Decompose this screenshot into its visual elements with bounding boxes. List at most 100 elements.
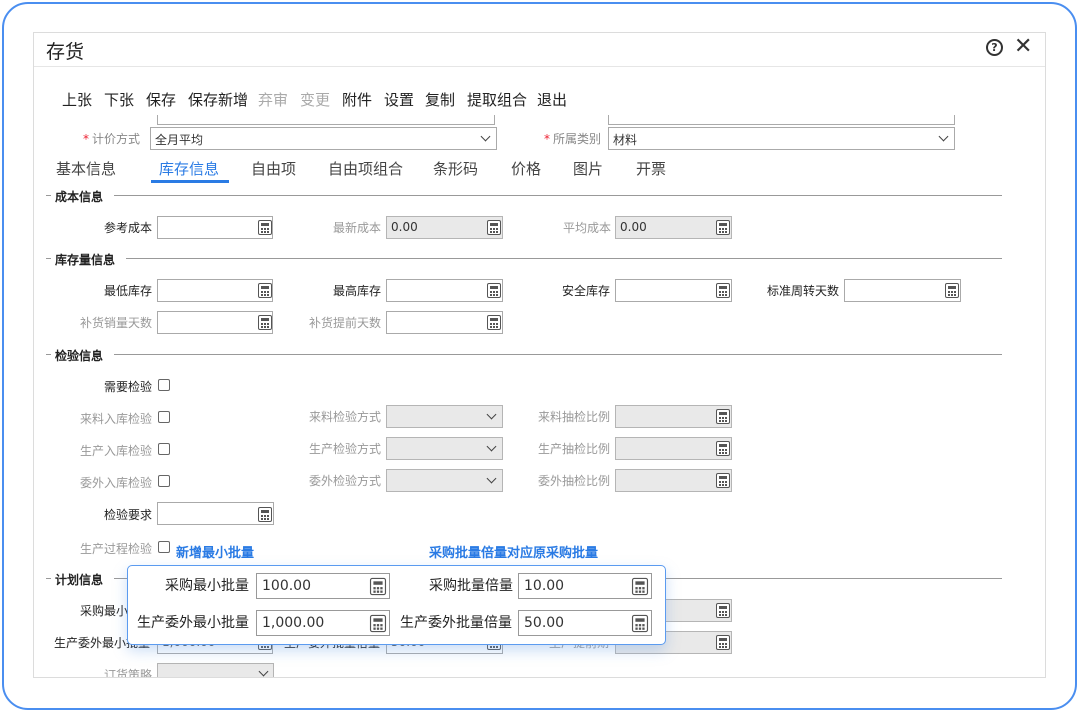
average-cost-label: 平均成本 <box>563 221 612 235</box>
order-strategy-select[interactable] <box>157 663 274 677</box>
pricing-method-value: 全月平均 <box>155 133 204 147</box>
category-value: 材料 <box>613 133 638 147</box>
document-search-icon[interactable] <box>258 507 272 522</box>
production-method-select[interactable] <box>386 437 503 460</box>
production-method-label: 生产检验方式 <box>309 442 382 456</box>
process-inspection-label: 生产过程检验 <box>80 542 153 556</box>
safety-stock-input[interactable] <box>615 279 732 302</box>
attachment-button[interactable]: 附件 <box>342 89 372 110</box>
outsource-ratio-input[interactable] <box>615 469 732 492</box>
outsource-method-select[interactable] <box>386 469 503 492</box>
production-ratio-input[interactable] <box>615 437 732 460</box>
calculator-icon[interactable] <box>716 441 730 456</box>
turnover-days-input[interactable] <box>844 279 961 302</box>
section-divider <box>126 258 1002 259</box>
title-bar: 存货 ? ✕ <box>34 33 1045 67</box>
calculator-icon[interactable] <box>258 220 272 235</box>
calculator-icon[interactable] <box>716 603 730 618</box>
order-strategy-label: 订货策略 <box>104 668 153 678</box>
inspection-requirement-input[interactable] <box>157 502 274 525</box>
production-outsource-min-batch-label: 生产委外最小批量 <box>137 615 249 631</box>
active-tab-indicator <box>151 180 229 183</box>
min-stock-label: 最低库存 <box>104 284 153 298</box>
tab-invoicing[interactable]: 开票 <box>636 158 666 179</box>
incoming-method-select[interactable] <box>386 405 503 428</box>
average-cost-input: 0.00 <box>615 216 732 239</box>
replenish-sales-days-input[interactable] <box>157 311 273 334</box>
calculator-icon[interactable] <box>369 577 387 596</box>
upper-field-fragment-2[interactable] <box>608 115 955 125</box>
incoming-ratio-input[interactable] <box>615 405 732 428</box>
replenish-lead-days-label: 补货提前天数 <box>309 316 382 330</box>
pricing-method-select[interactable]: 全月平均 <box>150 127 497 150</box>
inspection-requirement-label: 检验要求 <box>104 508 153 522</box>
reference-cost-input[interactable] <box>157 216 273 239</box>
tab-barcode[interactable]: 条形码 <box>433 158 478 179</box>
outsource-method-label: 委外检验方式 <box>309 474 382 488</box>
need-inspection-checkbox[interactable] <box>158 379 170 391</box>
outsource-inspection-label: 委外入库检验 <box>80 476 153 490</box>
pricing-method-label: * 计价方式 <box>83 132 141 146</box>
replenish-lead-days-input[interactable] <box>386 311 503 334</box>
need-inspection-label: 需要检验 <box>104 380 153 394</box>
max-stock-label: 最高库存 <box>333 284 382 298</box>
next-record-button[interactable]: 下张 <box>104 89 134 110</box>
calculator-icon[interactable] <box>716 635 730 650</box>
calculator-icon[interactable] <box>631 577 649 596</box>
calculator-icon[interactable] <box>716 473 730 488</box>
callout-purchase-multiple: 采购批量倍量对应原采购批量 <box>429 546 599 561</box>
section-title-inspection: 检验信息 <box>51 347 108 364</box>
calculator-icon[interactable] <box>631 614 649 633</box>
close-icon[interactable]: ✕ <box>1014 34 1032 60</box>
exit-button[interactable]: 退出 <box>537 89 567 110</box>
production-inspection-label: 生产入库检验 <box>80 444 153 458</box>
save-button[interactable]: 保存 <box>146 89 176 110</box>
calculator-icon[interactable] <box>487 283 501 298</box>
unapprove-button[interactable]: 弃审 <box>258 89 288 110</box>
window-title: 存货 <box>46 41 85 63</box>
change-button[interactable]: 变更 <box>300 89 330 110</box>
calculator-icon[interactable] <box>716 283 730 298</box>
calculator-icon[interactable] <box>258 315 272 330</box>
calculator-icon[interactable] <box>258 283 272 298</box>
outsource-inspection-checkbox[interactable] <box>158 475 170 487</box>
inventory-window: 存货 ? ✕ 上张 下张 保存 保存新增 弃审 变更 附件 设置 复制 提取组合… <box>33 32 1046 678</box>
replenish-sales-days-label: 补货销量天数 <box>80 316 153 330</box>
copy-button[interactable]: 复制 <box>425 89 455 110</box>
calculator-icon[interactable] <box>487 315 501 330</box>
calculator-icon[interactable] <box>716 409 730 424</box>
tab-basic-info[interactable]: 基本信息 <box>56 158 116 179</box>
help-icon[interactable]: ? <box>986 39 1003 56</box>
incoming-method-label: 来料检验方式 <box>309 410 382 424</box>
max-stock-input[interactable] <box>386 279 503 302</box>
purchase-batch-multiple-label: 采购批量倍量 <box>429 578 513 594</box>
extract-combination-button[interactable]: 提取组合 <box>467 89 527 110</box>
outsource-ratio-label: 委外抽检比例 <box>538 474 611 488</box>
tab-free-item-combination[interactable]: 自由项组合 <box>328 158 403 179</box>
min-stock-input[interactable] <box>157 279 273 302</box>
calculator-icon[interactable] <box>369 614 387 633</box>
reference-cost-label: 参考成本 <box>104 221 153 235</box>
section-divider <box>114 354 1002 355</box>
prev-record-button[interactable]: 上张 <box>62 89 92 110</box>
latest-cost-input: 0.00 <box>386 216 503 239</box>
callout-new-min-batch: 新增最小批量 <box>176 546 255 561</box>
calculator-icon[interactable] <box>716 220 730 235</box>
save-new-button[interactable]: 保存新增 <box>188 89 248 110</box>
settings-button[interactable]: 设置 <box>384 89 414 110</box>
section-title-plan: 计划信息 <box>51 571 108 588</box>
tab-images[interactable]: 图片 <box>573 158 603 179</box>
incoming-inspection-checkbox[interactable] <box>158 411 170 423</box>
production-inspection-checkbox[interactable] <box>158 443 170 455</box>
process-inspection-checkbox[interactable] <box>158 541 170 553</box>
tab-free-items[interactable]: 自由项 <box>251 158 296 179</box>
category-label: * 所属类别 <box>544 132 602 146</box>
purchase-min-batch-label: 采购最小批量 <box>165 578 249 594</box>
section-title-cost: 成本信息 <box>51 188 108 205</box>
upper-field-fragment[interactable] <box>157 115 495 125</box>
tab-inventory-info[interactable]: 库存信息 <box>159 158 219 179</box>
category-select[interactable]: 材料 <box>608 127 955 150</box>
calculator-icon[interactable] <box>945 283 959 298</box>
tab-price[interactable]: 价格 <box>511 158 541 179</box>
calculator-icon[interactable] <box>487 220 501 235</box>
